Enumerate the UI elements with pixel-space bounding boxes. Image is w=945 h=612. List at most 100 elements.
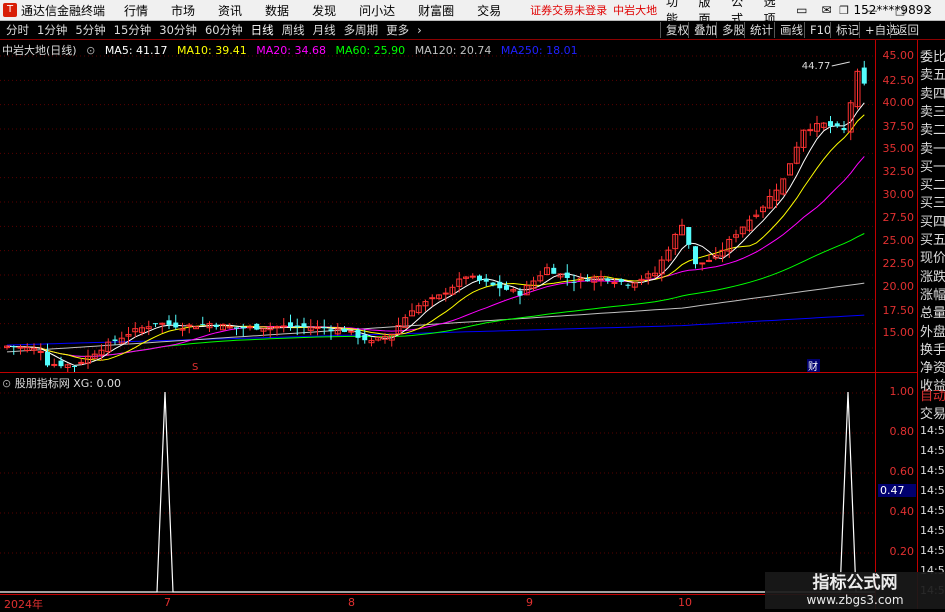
watermark-url: www.zbgs3.com <box>806 593 904 607</box>
menu-wenxiaoda[interactable]: 问小达 <box>359 2 395 19</box>
period-more[interactable]: 更多 <box>386 22 409 38</box>
candle-body <box>625 284 631 286</box>
indicator-chart[interactable] <box>0 390 875 593</box>
indicator-name: 股朋指标网 <box>14 377 70 390</box>
ytick: 20.00 <box>882 280 915 293</box>
period-15min[interactable]: 15分钟 <box>114 22 152 38</box>
quote-panel-label: 委比 <box>920 50 945 65</box>
close-icon[interactable]: ✕ <box>914 4 942 17</box>
candle-body <box>585 279 590 282</box>
minimize-icon[interactable]: — <box>858 4 886 17</box>
maximize-icon[interactable]: □ <box>886 4 914 17</box>
app-title: 通达信金融终端 <box>21 3 106 18</box>
candle-body <box>72 365 77 367</box>
menu-shichang[interactable]: 市场 <box>171 2 195 19</box>
high-pointer <box>831 61 850 67</box>
quote-panel-label: 14:56 <box>920 504 945 517</box>
window-restore-icon[interactable]: ❐ <box>830 4 858 17</box>
layout-icon[interactable]: ▭ <box>796 3 807 17</box>
settings-icon[interactable]: ⊙ <box>2 377 11 390</box>
menu-zixun[interactable]: 资讯 <box>218 2 242 19</box>
candle-body <box>78 361 85 364</box>
menu-jiaoyi[interactable]: 交易 <box>477 2 501 19</box>
candle-body <box>429 297 436 300</box>
ytick: 45.00 <box>882 49 915 62</box>
period-daily[interactable]: 日线 <box>251 22 274 38</box>
menu-shuju[interactable]: 数据 <box>265 2 289 19</box>
ytick: 42.50 <box>882 74 915 87</box>
quote-panel-label: 买二 <box>920 178 945 194</box>
period-multi[interactable]: 多周期 <box>344 22 379 38</box>
candle-body <box>362 334 368 341</box>
candle-body <box>186 324 193 327</box>
candle-body <box>611 282 618 285</box>
candle-body <box>861 67 867 84</box>
candle-body <box>706 259 712 262</box>
indicator-grid <box>0 392 875 593</box>
current-value-box: 0.47 <box>878 484 916 497</box>
period-fenshi[interactable]: 分时 <box>6 22 29 38</box>
quote-panel-label: 买四 <box>920 214 945 230</box>
watermark-title: 指标公式网 <box>812 573 898 593</box>
quote-panel-label: 卖一 <box>920 141 945 157</box>
candle-body <box>254 323 260 330</box>
menu-hangqing[interactable]: 行情 <box>124 2 148 19</box>
candle-body <box>153 323 158 325</box>
panel-divider <box>0 372 917 373</box>
quote-panel-label: 卖二 <box>920 123 945 139</box>
ytick: 35.00 <box>882 142 915 155</box>
candle-body <box>301 323 307 328</box>
candle-body <box>490 282 496 286</box>
quote-panel-label: 外盘 <box>920 324 945 340</box>
candle-body <box>17 346 24 349</box>
btn-fanhui[interactable]: 返回 <box>890 22 924 38</box>
quote-panel-label: 净资 <box>920 361 945 377</box>
period-5min[interactable]: 5分钟 <box>75 22 105 38</box>
candle-body <box>288 322 293 328</box>
candle-body <box>321 327 327 329</box>
candle-body <box>564 272 570 279</box>
quote-panel-label: 总量 <box>920 306 945 322</box>
btn-tongji[interactable]: 统计 <box>744 22 778 38</box>
candle-body <box>551 267 557 274</box>
cai-marker: 财 <box>808 360 818 372</box>
settings-icon[interactable]: ⊙ <box>86 44 95 57</box>
ma10-label: MA10: 39.41 <box>177 44 247 57</box>
menu-faxian[interactable]: 发现 <box>312 2 336 19</box>
quote-panel-label: 买五 <box>920 233 945 248</box>
kline-chart[interactable]: 44.7712.42S财 <box>0 40 875 372</box>
candle-body <box>618 279 624 282</box>
period-60min[interactable]: 60分钟 <box>205 22 243 38</box>
ytick: 15.00 <box>882 326 915 339</box>
ytick: 40.00 <box>882 96 915 109</box>
candle-body <box>166 320 172 325</box>
quote-panel-label: 14:56 <box>920 484 945 497</box>
ma20-label: MA20: 34.68 <box>256 44 326 57</box>
candle-body <box>571 281 577 283</box>
period-monthly[interactable]: 月线 <box>313 22 336 38</box>
period-1min[interactable]: 1分钟 <box>37 22 67 38</box>
btn-huaxian[interactable]: 画线 <box>774 22 808 38</box>
period-weekly[interactable]: 周线 <box>282 22 305 38</box>
xtick: 2024年 <box>4 598 43 611</box>
candle-body <box>280 325 287 328</box>
high-price-label: 44.77 <box>802 61 831 72</box>
candle-body <box>469 275 476 278</box>
ytick: 0.80 <box>889 425 915 438</box>
ytick: 0.40 <box>889 505 915 518</box>
ytick: 22.50 <box>882 257 915 270</box>
ytick: 1.00 <box>889 385 915 398</box>
quote-panel-label: 涨跌 <box>920 269 945 285</box>
quote-panel-label: 卖四 <box>920 86 945 102</box>
candle-body <box>328 329 334 332</box>
date-axis: 2024年 7 8 9 10 <box>0 594 875 611</box>
trade-login-warning[interactable]: 证券交易未登录 <box>530 2 607 18</box>
period-30min[interactable]: 30分钟 <box>159 22 197 38</box>
candle-body <box>213 324 219 328</box>
candle-body <box>686 227 692 245</box>
quote-panel-label: 14:56 <box>920 444 945 457</box>
chevron-right-icon[interactable]: › <box>417 23 422 37</box>
menu-caifuquan[interactable]: 财富圈 <box>418 2 454 19</box>
ytick: 25.00 <box>882 234 915 247</box>
candle-body <box>45 351 50 366</box>
